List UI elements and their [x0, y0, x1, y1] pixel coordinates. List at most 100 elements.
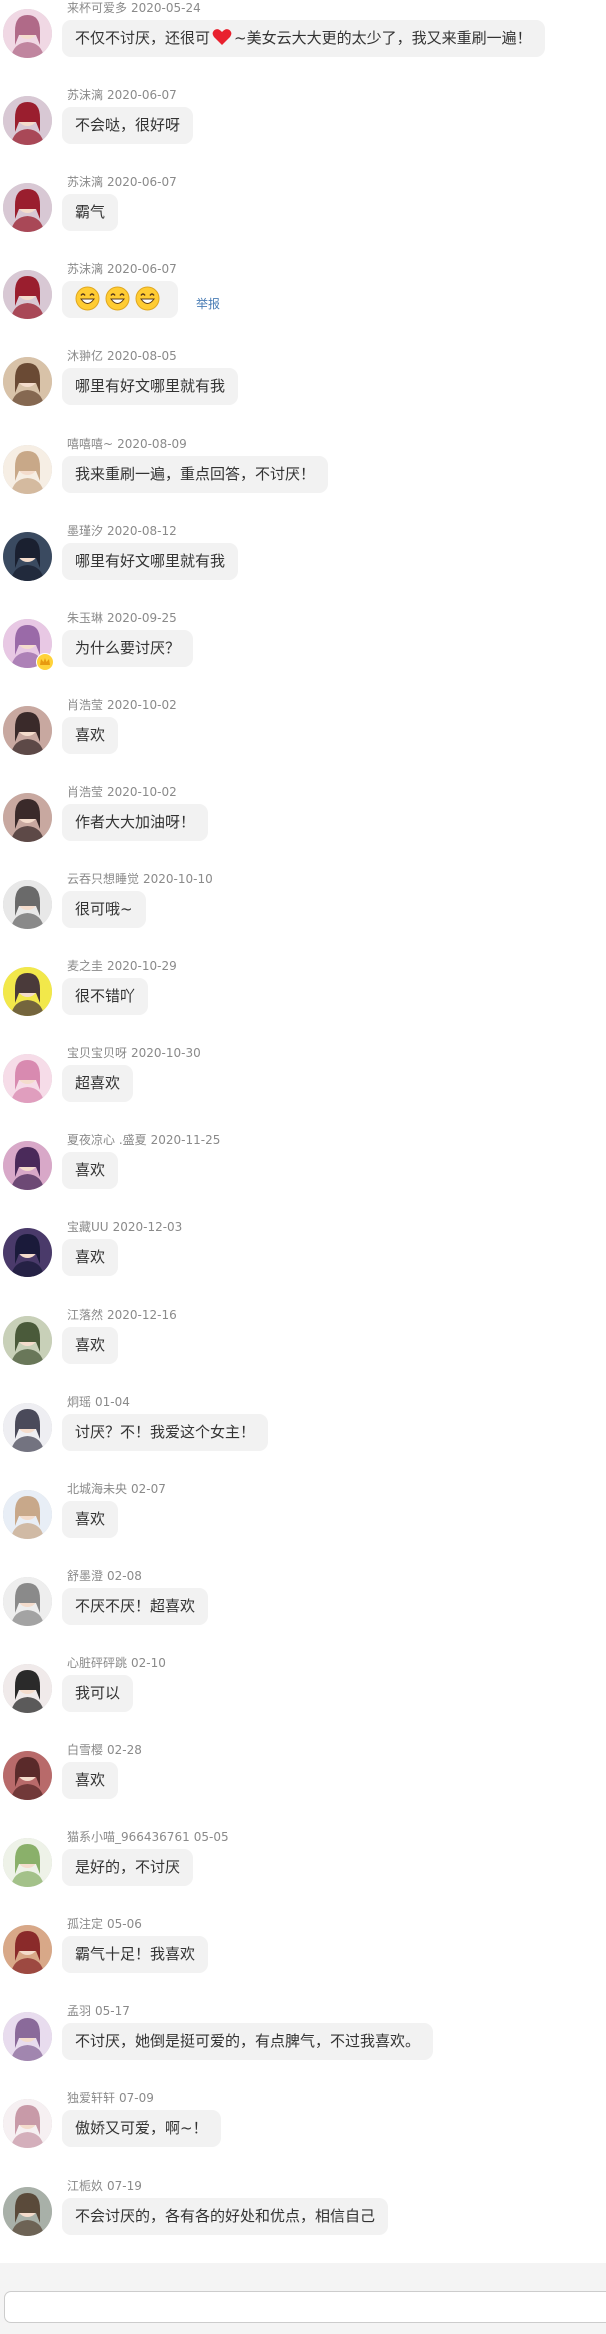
comment-item: 墨瑾汐 2020-08-12 哪里有好文哪里就有我: [0, 523, 606, 610]
comment-text: 我来重刷一遍，重点回答，不讨厌！: [75, 465, 316, 483]
user-avatar[interactable]: [3, 2187, 52, 2236]
user-avatar[interactable]: [3, 1925, 52, 1974]
comment-item: 孟羽 05-17 不讨厌，她倒是挺可爱的，有点脾气，不过我喜欢。: [0, 2003, 606, 2090]
comment-date: 07-19: [107, 2179, 142, 2193]
username[interactable]: 苏沫漓: [67, 175, 103, 189]
username[interactable]: 猫系小喵_966436761: [67, 1830, 190, 1844]
username[interactable]: 孤注定: [67, 1917, 103, 1931]
comment-text: 超喜欢: [75, 1074, 121, 1092]
username[interactable]: 江落然: [67, 1308, 103, 1322]
user-avatar[interactable]: [3, 1228, 52, 1277]
username[interactable]: 苏沫漓: [67, 262, 103, 276]
comment-meta: 朱玉琳 2020-09-25: [67, 611, 177, 625]
comment-text: 我可以: [75, 1684, 121, 1702]
username[interactable]: 墨瑾汐: [67, 524, 103, 538]
report-link[interactable]: 举报: [196, 295, 220, 312]
comment-item: 宝藏UU 2020-12-03 喜欢: [0, 1219, 606, 1306]
username[interactable]: 孟羽: [67, 2004, 91, 2018]
user-avatar[interactable]: [3, 1403, 52, 1452]
comment-bubble: 霸气十足！我喜欢: [62, 1936, 209, 1973]
username[interactable]: 夏夜凉心 .盛夏: [67, 1133, 147, 1147]
username[interactable]: 舒墨澄: [67, 1569, 103, 1583]
user-avatar[interactable]: [3, 1751, 52, 1800]
comment-item: 夏夜凉心 .盛夏 2020-11-25 喜欢: [0, 1132, 606, 1219]
user-avatar[interactable]: [3, 9, 52, 58]
username[interactable]: 炯瑶: [67, 1395, 91, 1409]
username[interactable]: 朱玉琳: [67, 611, 103, 625]
user-avatar[interactable]: [3, 1316, 52, 1365]
comment-bubble: 哪里有好文哪里就有我: [62, 543, 239, 580]
comment-text: 哪里有好文哪里就有我: [75, 552, 226, 570]
comment-item: 独爱轩轩 07-09 傲娇又可爱，啊~！: [0, 2090, 606, 2177]
comment-date: 2020-10-02: [107, 785, 177, 799]
comment-bubble: 喜欢: [62, 1327, 119, 1364]
user-avatar[interactable]: [3, 1490, 52, 1539]
user-avatar[interactable]: [3, 2012, 52, 2061]
username[interactable]: 麦之圭: [67, 959, 103, 973]
user-avatar[interactable]: [3, 706, 52, 755]
comment-date: 2020-12-16: [107, 1308, 177, 1322]
user-avatar[interactable]: [3, 880, 52, 929]
user-avatar[interactable]: [3, 1664, 52, 1713]
username[interactable]: 来杯可爱多: [67, 1, 127, 15]
comment-date: 2020-05-24: [131, 1, 201, 15]
comment-date: 05-17: [95, 2004, 130, 2018]
username[interactable]: 沐翀亿: [67, 349, 103, 363]
user-avatar[interactable]: [3, 532, 52, 581]
comment-bubble: 为什么要讨厌？: [62, 630, 194, 667]
user-avatar[interactable]: [3, 967, 52, 1016]
username[interactable]: 肖浩莹: [67, 698, 103, 712]
user-avatar[interactable]: [3, 1838, 52, 1887]
comment-date: 2020-10-29: [107, 959, 177, 973]
comment-item: 舒墨澄 02-08 不厌不厌！超喜欢: [0, 1568, 606, 1655]
comment-bubble: 是好的，不讨厌: [62, 1849, 194, 1886]
username[interactable]: 江栀奺: [67, 2179, 103, 2193]
username[interactable]: 嘻嘻嘻~: [67, 437, 113, 451]
comment-meta: 麦之圭 2020-10-29: [67, 959, 177, 973]
username[interactable]: 肖浩莹: [67, 785, 103, 799]
comment-item: 云吞只想睡觉 2020-10-10 很可哦~: [0, 871, 606, 958]
comment-input[interactable]: [4, 2291, 606, 2323]
username[interactable]: 宝藏UU: [67, 1220, 109, 1234]
comment-item: 嘻嘻嘻~ 2020-08-09 我来重刷一遍，重点回答，不讨厌！: [0, 436, 606, 523]
comment-meta: 宝贝宝贝呀 2020-10-30: [67, 1046, 201, 1060]
comment-item: 苏沫漓 2020-06-07 举报: [0, 261, 606, 348]
comment-item: 孤注定 05-06 霸气十足！我喜欢: [0, 1916, 606, 2003]
comment-meta: 江栀奺 07-19: [67, 2179, 142, 2193]
username[interactable]: 宝贝宝贝呀: [67, 1046, 127, 1060]
comment-bubble: 不会哒，很好呀: [62, 107, 194, 144]
username[interactable]: 云吞只想睡觉: [67, 872, 139, 886]
comment-item: 江落然 2020-12-16 喜欢: [0, 1307, 606, 1394]
comment-meta: 肖浩莹 2020-10-02: [67, 785, 177, 799]
comment-bubble: 不仅不讨厌，还很可 ~美女云大大更的太少了，我又来重刷一遍！: [62, 20, 545, 57]
user-avatar[interactable]: [3, 183, 52, 232]
comment-meta: 炯瑶 01-04: [67, 1395, 130, 1409]
comment-text: 傲娇又可爱，啊~！: [75, 2119, 208, 2137]
comment-date: 2020-10-30: [131, 1046, 201, 1060]
user-avatar[interactable]: [3, 445, 52, 494]
username[interactable]: 苏沫漓: [67, 88, 103, 102]
comment-meta: 独爱轩轩 07-09: [67, 2091, 154, 2105]
user-avatar[interactable]: [3, 96, 52, 145]
comment-meta: 舒墨澄 02-08: [67, 1569, 142, 1583]
username[interactable]: 心脏砰砰跳: [67, 1656, 127, 1670]
comment-meta: 北城海未央 02-07: [67, 1482, 166, 1496]
comment-bubble: 不厌不厌！超喜欢: [62, 1588, 209, 1625]
comment-date: 02-07: [131, 1482, 166, 1496]
user-avatar[interactable]: [3, 1141, 52, 1190]
comment-meta: 白雪樱 02-28: [67, 1743, 142, 1757]
username[interactable]: 北城海未央: [67, 1482, 127, 1496]
user-avatar[interactable]: [3, 357, 52, 406]
comment-bubble: 不讨厌，她倒是挺可爱的，有点脾气，不过我喜欢。: [62, 2023, 434, 2060]
user-avatar[interactable]: [3, 270, 52, 319]
comment-meta: 墨瑾汐 2020-08-12: [67, 524, 177, 538]
comment-text: 喜欢: [75, 726, 106, 744]
user-avatar[interactable]: [3, 1577, 52, 1626]
username[interactable]: 独爱轩轩: [67, 2091, 115, 2105]
user-avatar[interactable]: [3, 1054, 52, 1103]
user-avatar[interactable]: [3, 2099, 52, 2148]
username[interactable]: 白雪樱: [67, 1743, 103, 1757]
comment-date: 2020-08-12: [107, 524, 177, 538]
user-avatar[interactable]: [3, 793, 52, 842]
comment-item: 北城海未央 02-07 喜欢: [0, 1481, 606, 1568]
